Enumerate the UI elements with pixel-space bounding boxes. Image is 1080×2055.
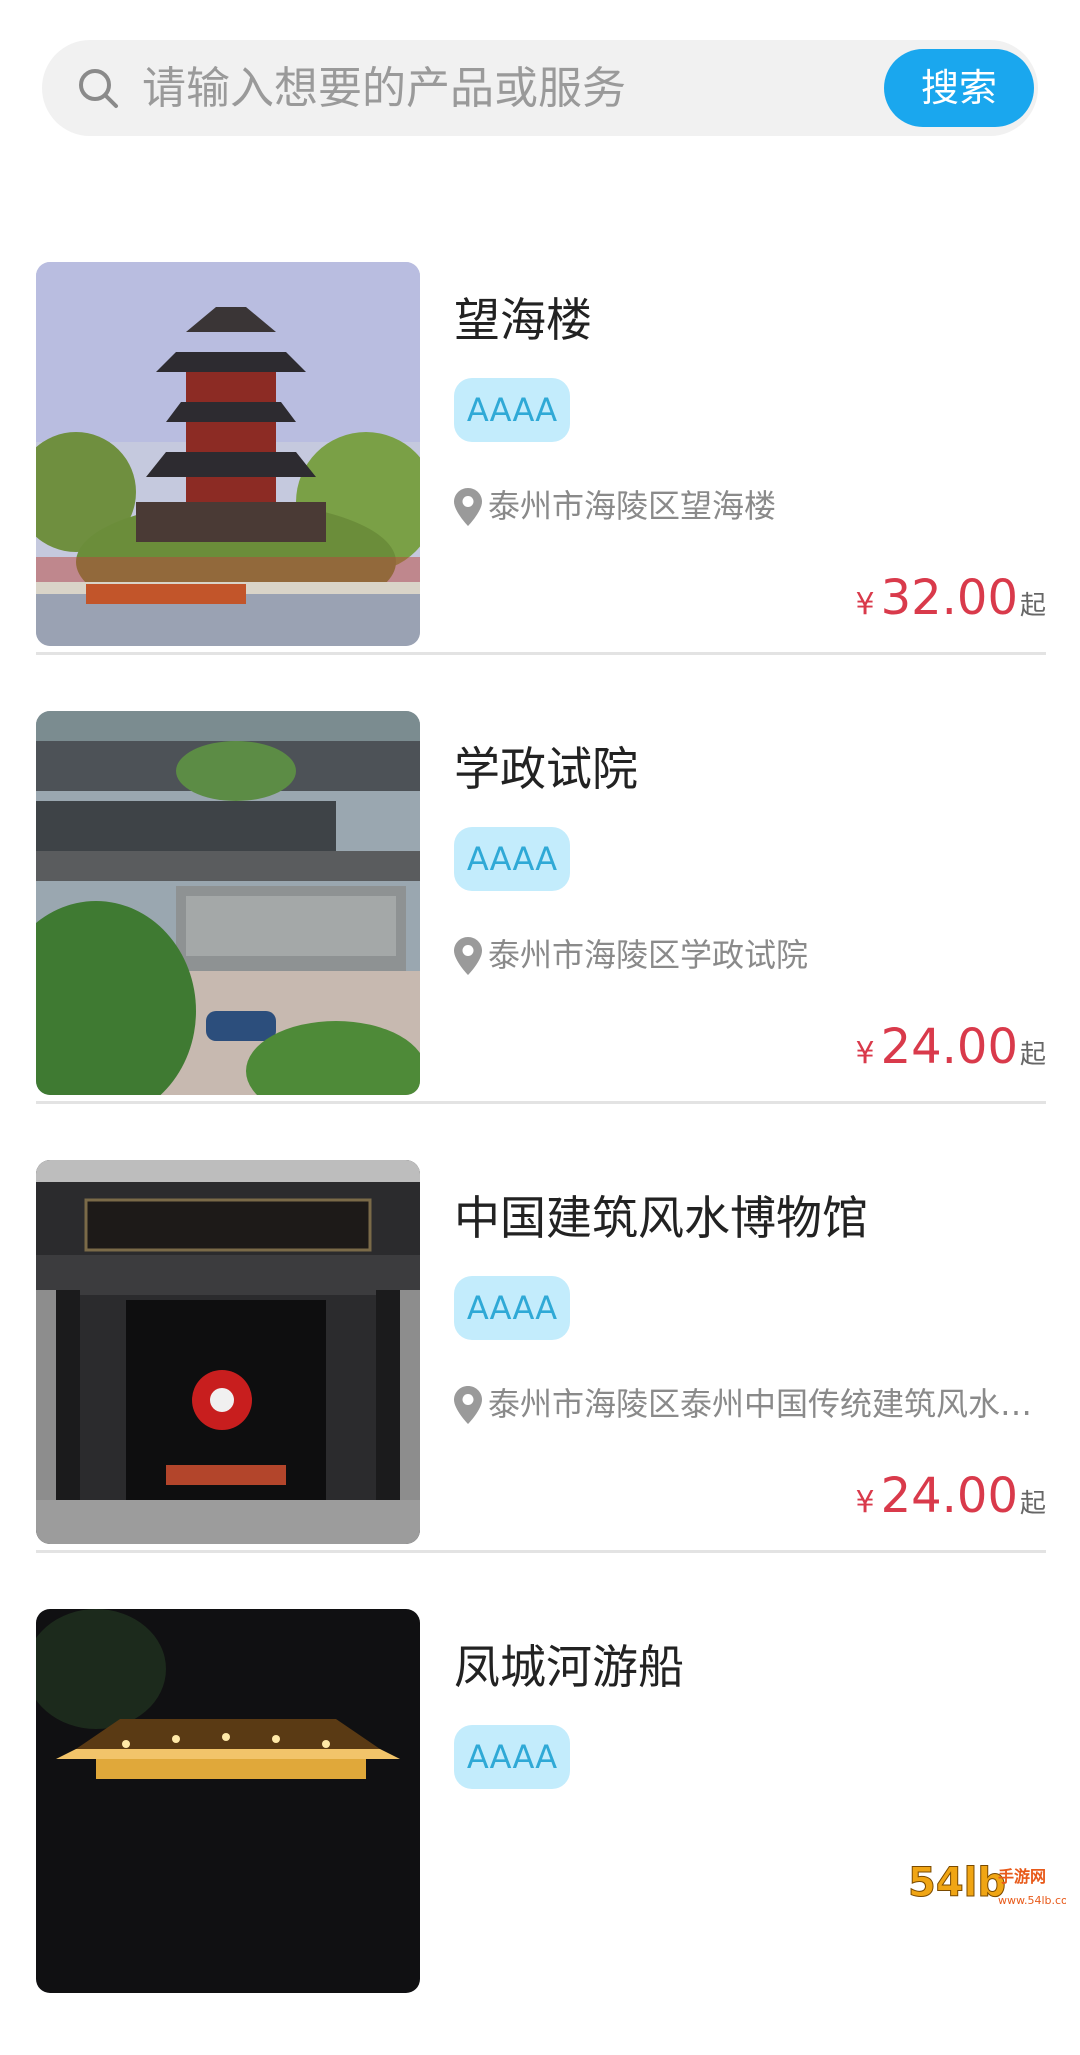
address-text: 泰州市海陵区望海楼 (488, 487, 777, 525)
list-item[interactable]: 望海楼 AAAA 泰州市海陵区望海楼 ¥32.00起 (36, 262, 1046, 655)
search-button[interactable]: 搜索 (884, 49, 1034, 127)
product-image[interactable] (36, 1609, 420, 1993)
address-text: 泰州市海陵区泰州中国传统建筑风水… (488, 1385, 1033, 1423)
product-price: ¥24.00起 (855, 1468, 1046, 1524)
list-item[interactable]: 凤城河游船 AAAA (36, 1609, 1046, 1999)
list-item[interactable]: 中国建筑风水博物馆 AAAA 泰州市海陵区泰州中国传统建筑风水… ¥24.00起 (36, 1160, 1046, 1553)
svg-text:www.54lb.com.cn: www.54lb.com.cn (998, 1894, 1066, 1907)
price-amount: 32.00 (880, 570, 1018, 626)
product-title[interactable]: 望海楼 (454, 284, 592, 350)
list-item[interactable]: 学政试院 AAAA 泰州市海陵区学政试院 ¥24.00起 (36, 711, 1046, 1104)
product-title[interactable]: 凤城河游船 (454, 1631, 684, 1697)
product-image[interactable] (36, 711, 420, 1095)
product-price: ¥24.00起 (855, 1019, 1046, 1075)
pagoda-photo (36, 262, 420, 646)
product-address: 泰州市海陵区学政试院 (454, 933, 1054, 977)
address-text: 泰州市海陵区学政试院 (488, 936, 809, 974)
rating-badge: AAAA (454, 1276, 570, 1340)
museum-gate-photo (36, 1160, 420, 1544)
night-boat-photo (36, 1609, 420, 1993)
price-amount: 24.00 (880, 1468, 1018, 1524)
search-icon (79, 69, 118, 108)
location-pin-icon (454, 937, 482, 975)
product-title[interactable]: 学政试院 (454, 733, 638, 799)
price-suffix: 起 (1019, 1489, 1046, 1519)
product-address: 泰州市海陵区泰州中国传统建筑风水… (454, 1382, 1054, 1426)
currency-symbol: ¥ (855, 587, 875, 622)
price-amount: 24.00 (880, 1019, 1018, 1075)
currency-symbol: ¥ (855, 1485, 875, 1520)
location-pin-icon (454, 488, 482, 526)
rating-badge: AAAA (454, 378, 570, 442)
search-input[interactable] (142, 40, 802, 136)
product-address: 泰州市海陵区望海楼 (454, 484, 1054, 528)
product-price: ¥32.00起 (855, 570, 1046, 626)
currency-symbol: ¥ (855, 1036, 875, 1071)
product-list: 望海楼 AAAA 泰州市海陵区望海楼 ¥32.00起 学政试院 AAAA 泰州市… (36, 262, 1046, 2055)
rating-badge: AAAA (454, 1725, 570, 1789)
watermark-logo: 54lb 手游网 www.54lb.com.cn (908, 1860, 1067, 1908)
product-title[interactable]: 中国建筑风水博物馆 (454, 1182, 868, 1248)
svg-text:54lb: 54lb (908, 1860, 1006, 1906)
courtyard-photo (36, 711, 420, 1095)
product-image[interactable] (36, 262, 420, 646)
product-image[interactable] (36, 1160, 420, 1544)
price-suffix: 起 (1019, 1040, 1046, 1070)
svg-text:手游网: 手游网 (998, 1867, 1046, 1886)
price-suffix: 起 (1019, 591, 1046, 621)
search-bar: 搜索 (42, 40, 1038, 136)
location-pin-icon (454, 1386, 482, 1424)
rating-badge: AAAA (454, 827, 570, 891)
